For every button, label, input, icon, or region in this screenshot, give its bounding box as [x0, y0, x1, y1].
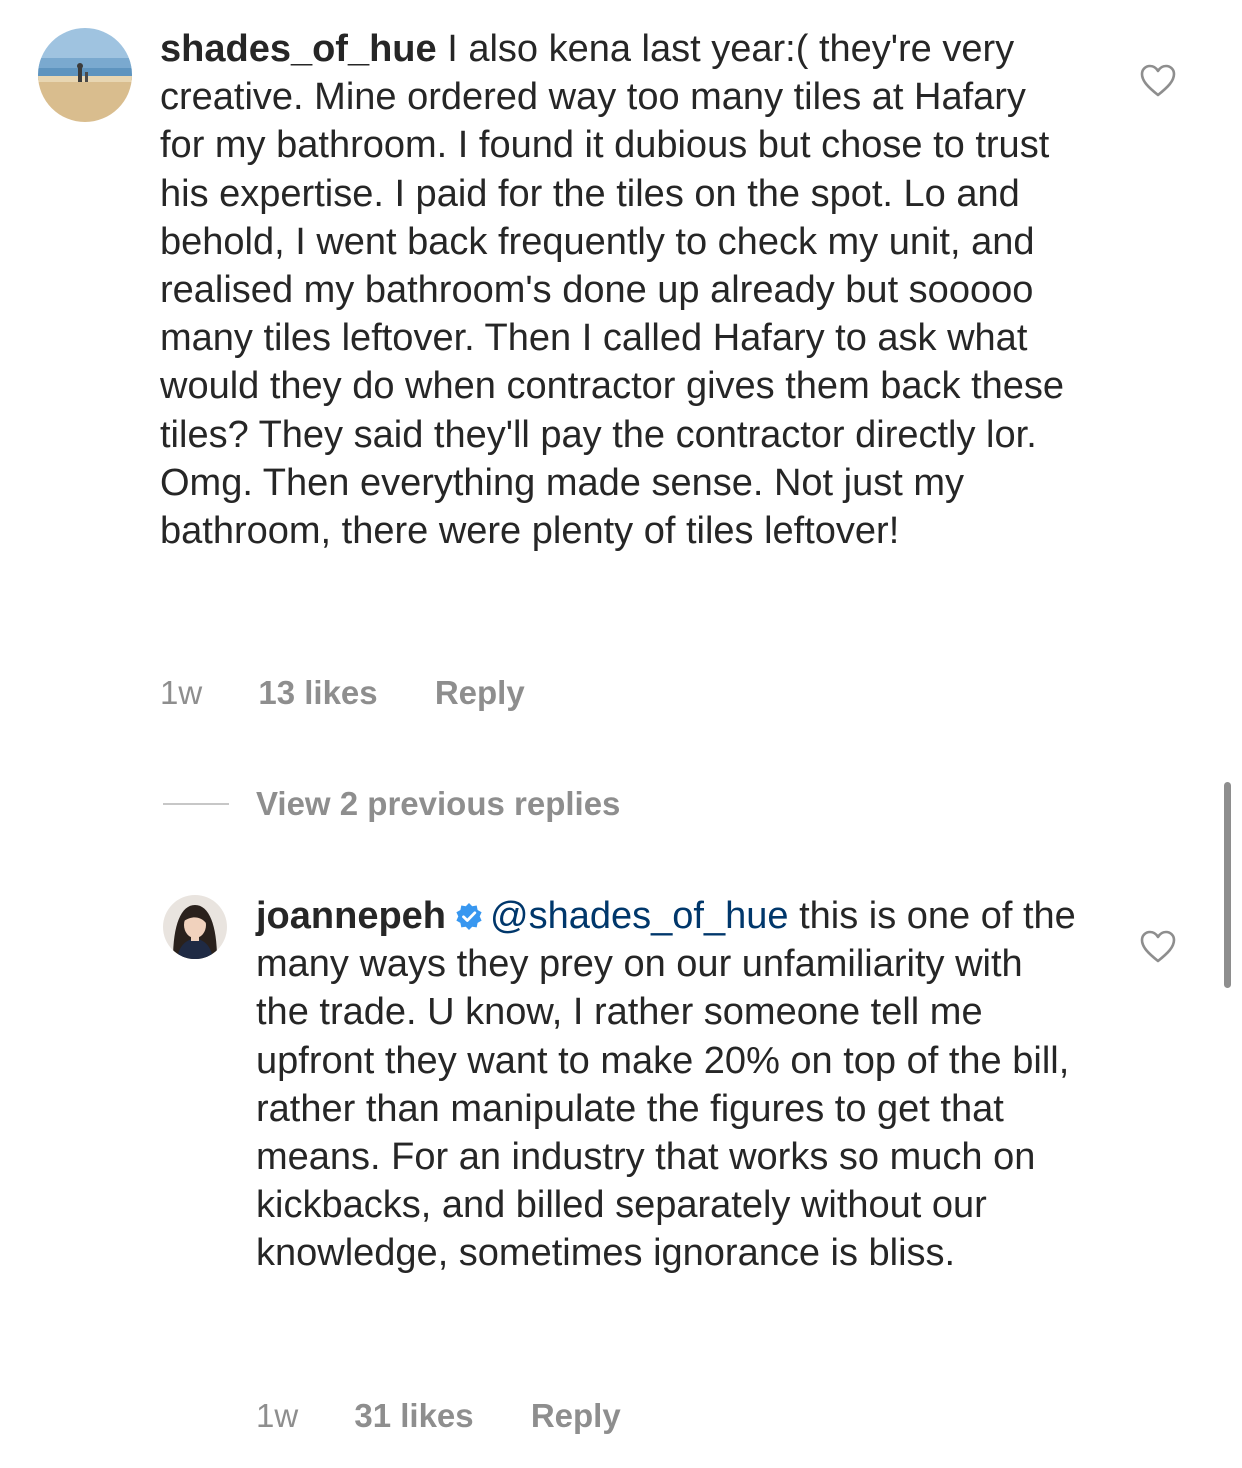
- reply-username[interactable]: joannepeh: [256, 895, 446, 937]
- comment-body: I also kena last year:( they're very cre…: [160, 28, 1065, 553]
- comment-text-block: shades_of_hue I also kena last year:( th…: [160, 25, 1080, 555]
- beach-photo-avatar: [38, 28, 132, 122]
- comment-username[interactable]: shades_of_hue: [160, 28, 437, 70]
- reply-time: 1w: [256, 1397, 299, 1434]
- heart-outline-icon[interactable]: [1140, 930, 1176, 964]
- comment-time: 1w: [160, 674, 203, 711]
- heart-outline-icon[interactable]: [1140, 64, 1176, 98]
- mention-link[interactable]: @shades_of_hue: [490, 895, 788, 937]
- reply-body: this is one of the many ways they prey o…: [256, 895, 1076, 1275]
- reply-button[interactable]: Reply: [531, 1397, 621, 1435]
- view-previous-replies[interactable]: View 2 previous replies: [163, 782, 620, 826]
- reply-button[interactable]: Reply: [435, 674, 525, 712]
- reply-meta: 1w 31 likes Reply: [256, 1397, 621, 1435]
- reply-likes[interactable]: 31 likes: [354, 1397, 473, 1435]
- scrollbar[interactable]: [1224, 782, 1231, 988]
- portrait-photo-avatar: [163, 895, 227, 959]
- view-replies-label[interactable]: View 2 previous replies: [256, 785, 620, 823]
- avatar[interactable]: [38, 28, 132, 122]
- verified-badge-icon: [456, 903, 482, 930]
- reply-text-block: joannepeh @shades_of_hue this is one of …: [256, 892, 1086, 1278]
- comment-meta: 1w 13 likes Reply: [160, 674, 525, 712]
- comment-likes[interactable]: 13 likes: [258, 674, 377, 712]
- divider-line: [163, 803, 229, 805]
- avatar[interactable]: [163, 895, 227, 959]
